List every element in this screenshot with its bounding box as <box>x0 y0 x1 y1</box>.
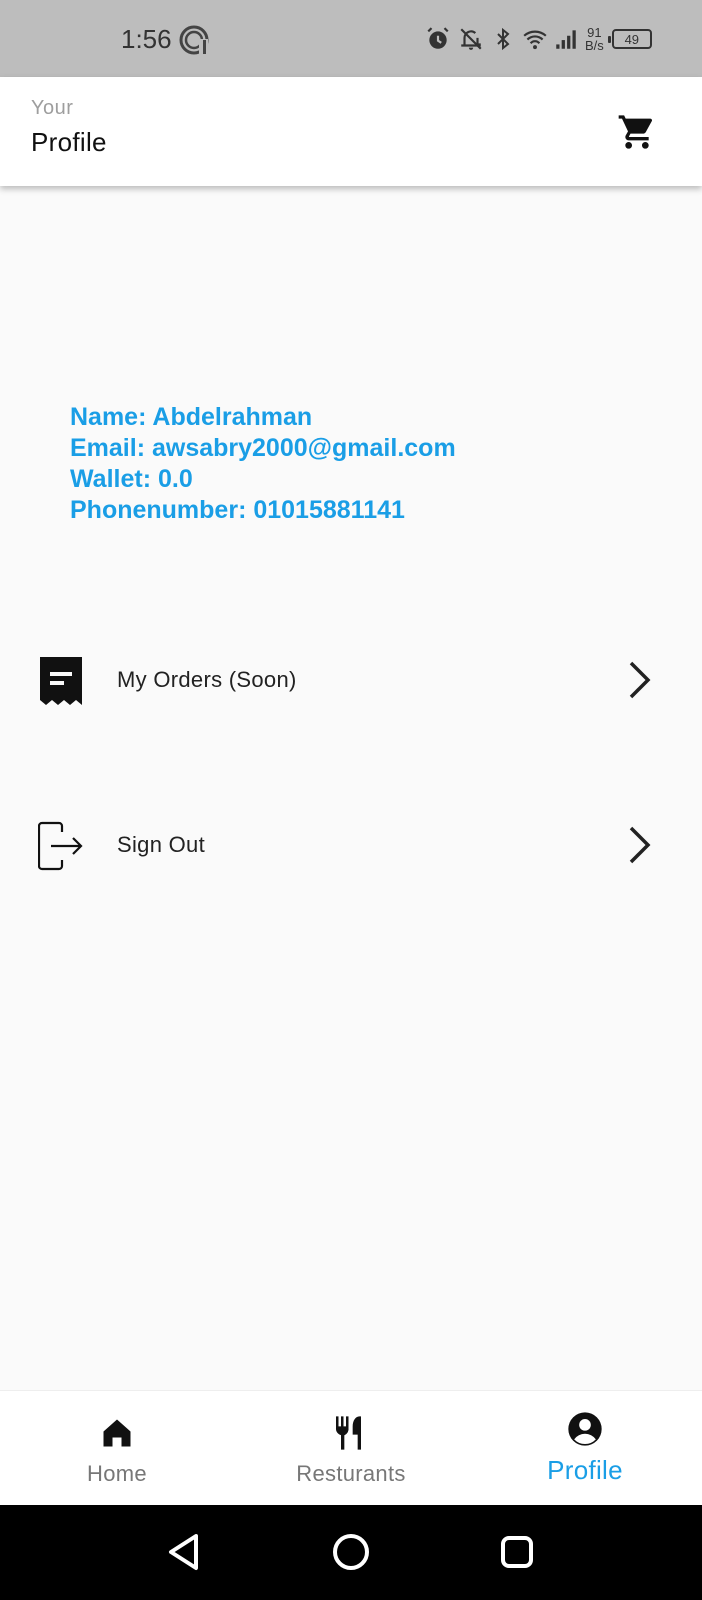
back-icon[interactable] <box>160 1527 210 1577</box>
nav-restaurants-label: Resturants <box>296 1461 406 1486</box>
status-time: 1:56 <box>121 24 172 54</box>
cart-icon[interactable] <box>617 112 657 152</box>
network-speed: 91 B/s <box>585 26 604 52</box>
bluetooth-icon <box>497 27 510 51</box>
status-bar: 1:56 91 B/s 49 <box>0 0 702 77</box>
page-title: Profile <box>31 127 107 157</box>
restaurant-icon <box>335 1416 361 1450</box>
page-subtitle: Your <box>31 97 74 119</box>
sign-out-label: Sign Out <box>117 832 206 857</box>
battery-level: 49 <box>624 31 640 47</box>
logout-icon <box>38 821 83 871</box>
nav-restaurants[interactable]: Resturants <box>234 1391 468 1506</box>
nav-profile-label: Profile <box>547 1455 623 1485</box>
recents-icon[interactable] <box>492 1527 542 1577</box>
account-circle-icon <box>568 1412 602 1446</box>
home-icon <box>103 1419 131 1447</box>
home-circle-icon[interactable] <box>326 1527 376 1577</box>
app-bar: Your Profile <box>0 77 702 186</box>
system-navigation-bar <box>0 1505 702 1600</box>
chevron-right-icon <box>629 826 651 864</box>
nav-home-label: Home <box>87 1461 147 1486</box>
sign-out-item[interactable]: Sign Out <box>0 800 702 890</box>
nav-profile[interactable]: Profile <box>468 1391 702 1506</box>
my-orders-item[interactable]: My Orders (Soon) <box>0 635 702 725</box>
bottom-navigation: Home Resturants Profile <box>0 1390 702 1505</box>
signal-icon <box>556 30 576 49</box>
profile-wallet: Wallet: 0.0 <box>70 465 193 493</box>
receipt-icon <box>40 657 82 705</box>
nav-home[interactable]: Home <box>0 1391 234 1506</box>
bell-off-icon <box>460 28 482 50</box>
profile-name: Name: Abdelrahman <box>70 403 313 431</box>
my-orders-label: My Orders (Soon) <box>117 667 297 692</box>
app-logo-icon <box>179 25 209 55</box>
profile-phone: Phonenumber: 01015881141 <box>70 496 405 524</box>
alarm-icon <box>427 27 449 49</box>
battery-icon: 49 <box>607 29 652 49</box>
wifi-icon <box>523 30 547 50</box>
profile-email: Email: awsabry2000@gmail.com <box>70 434 456 462</box>
chevron-right-icon <box>629 661 651 699</box>
status-icons: 91 B/s 49 <box>425 22 652 56</box>
network-speed-unit: B/s <box>585 38 604 53</box>
profile-info: Name: Abdelrahman Email: awsabry2000@gma… <box>70 402 456 526</box>
